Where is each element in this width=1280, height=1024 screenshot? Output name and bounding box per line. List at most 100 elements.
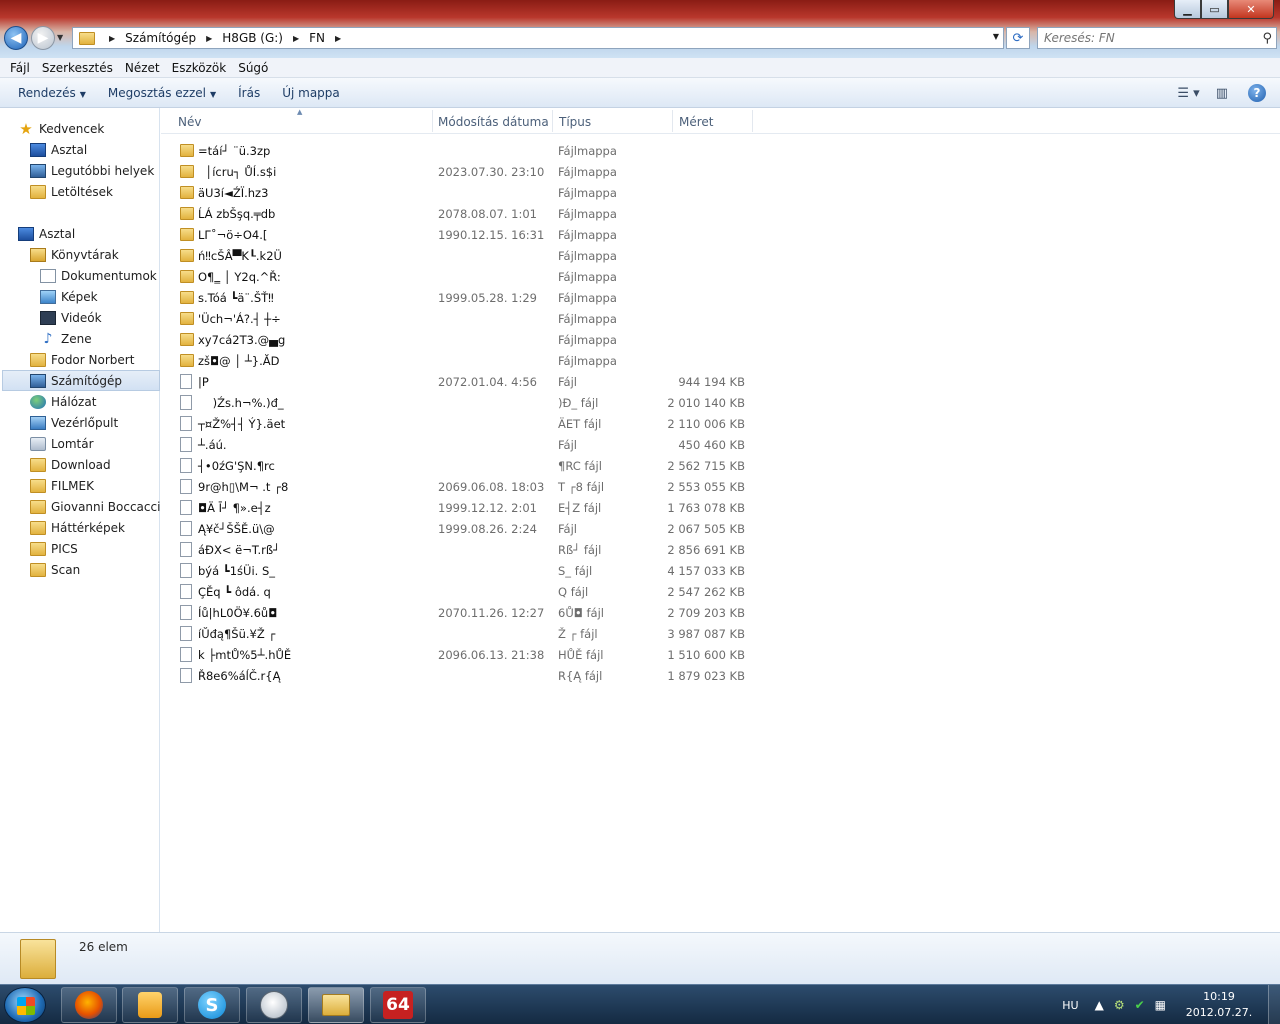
maximize-button[interactable]: ▭ (1201, 0, 1228, 19)
file-row[interactable]: ÇĚq ┗ ôdá. q Q fájl 2 547 262 KB (178, 581, 753, 602)
column-header-name[interactable]: Név (178, 115, 201, 129)
file-row[interactable]: ┬¤Ž%┤┤ Ý}.äet ÄET fájl 2 110 006 KB (178, 413, 753, 434)
documents-icon (40, 268, 56, 283)
chevron-right-icon[interactable]: ▶ (200, 34, 218, 43)
breadcrumb-folder[interactable]: FN (305, 31, 329, 45)
file-row[interactable]: ◘Ä Ī┘ ¶».e┤z 1999.12.12. 2:01 E┤Z fájl 1 76… (178, 497, 753, 518)
videos-icon (40, 310, 56, 325)
file-row[interactable]: s.Tóá ┗ä¨.ŠŤ‼ 1999.05.28. 1:29 Fájlmappa (178, 287, 753, 308)
tray-expand-icon[interactable]: ▲ (1095, 998, 1104, 1012)
refresh-button[interactable]: ⟳ (1006, 27, 1030, 49)
file-row[interactable]: áĐX< ë¬T.rß┘ Rß┘ fájl 2 856 691 KB (178, 539, 753, 560)
file-row[interactable]: íŬđą¶Šü.¥Ž ┌ Ž ┌ fájl 3 987 087 KB (178, 623, 753, 644)
share-with-button[interactable]: Megosztás ezzel ▼ (100, 86, 224, 100)
file-size: 2 562 715 KB (667, 459, 745, 473)
menu-help[interactable]: Súgó (232, 61, 274, 75)
file-row[interactable]: k ├mtŮ%5┴.hŮĚ 2096.06.13. 21:38 HŮĚ fájl 1 … (178, 644, 753, 665)
file-row[interactable]: ĹÁ zbŠşq.╤db 2078.08.07. 1:01 Fájlmappa (178, 203, 753, 224)
breadcrumb-computer[interactable]: Számítógép (121, 31, 200, 45)
file-row[interactable]: 9r@h▯\M¬ .t ┌8 2069.06.08. 18:03 T ┌8 fájl… (178, 476, 753, 497)
sidebar-item-label: Zene (61, 331, 92, 346)
minimize-button[interactable]: ▁ (1174, 0, 1201, 19)
file-row[interactable]: zš◘@ │ ┴}.ĂD Fájlmappa (178, 350, 753, 371)
chevron-right-icon[interactable]: ▶ (103, 34, 121, 43)
chevron-right-icon[interactable]: ▶ (329, 34, 347, 43)
folder-icon (180, 144, 194, 157)
preview-pane-icon[interactable]: ▥ (1216, 86, 1228, 101)
taskbar-clock-app[interactable] (246, 987, 302, 1023)
checkmark-shield-icon[interactable]: ✔ (1135, 998, 1145, 1012)
column-divider[interactable] (432, 110, 433, 132)
taskbar-firefox[interactable] (61, 987, 117, 1023)
close-button[interactable]: ✕ (1228, 0, 1274, 19)
file-size: 1 763 078 KB (667, 501, 745, 515)
column-header-date[interactable]: Módosítás dátuma (438, 115, 549, 129)
c64-icon: 64 (383, 991, 413, 1019)
address-dropdown-icon[interactable]: ▼ (993, 32, 999, 41)
recent-pages-dropdown[interactable]: ▼ (57, 33, 63, 42)
new-folder-button[interactable]: Új mappa (274, 86, 348, 100)
sidebar-item-label: Videók (61, 310, 102, 325)
file-row[interactable]: äU3í◄ŹΪ.hz3 Fájlmappa (178, 182, 753, 203)
column-divider[interactable] (552, 110, 553, 132)
menu-edit[interactable]: Szerkesztés (36, 61, 119, 75)
taskbar-skype[interactable]: S (184, 987, 240, 1023)
file-size: 3 987 087 KB (667, 627, 745, 641)
taskbar-explorer[interactable] (308, 987, 364, 1023)
sidebar-item-desktop[interactable]: Asztal (18, 223, 176, 244)
column-divider[interactable] (672, 110, 673, 132)
breadcrumb-drive[interactable]: H8GB (G:) (218, 31, 287, 45)
file-row[interactable]: │ícru┐ ŮÍ.s$i 2023.07.30. 23:10 Fájlmappa (178, 161, 753, 182)
forward-button[interactable]: ▶ (31, 26, 55, 50)
column-header-size[interactable]: Méret (679, 115, 714, 129)
file-row[interactable]: Íů|hL0Ö¥.6ů◘ 2070.11.26. 12:27 6Ů◘ fájl 2 7… (178, 602, 753, 623)
column-divider[interactable] (752, 110, 753, 132)
show-desktop-button[interactable] (1268, 985, 1280, 1024)
file-row[interactable]: Ą¥č┘ŠŠĚ.ü\@ 1999.08.26. 2:24 Fájl 2 067 505… (178, 518, 753, 539)
search-input[interactable] (1038, 31, 1248, 45)
user-folder-icon (30, 352, 46, 367)
file-row[interactable]: |P 2072.01.04. 4:56 Fájl 944 194 KB (178, 371, 753, 392)
search-icon[interactable]: ⚲ (1262, 31, 1272, 46)
file-row[interactable]: ┤•0źG'ŞN.¶rc ¶RC fájl 2 562 715 KB (178, 455, 753, 476)
navigation-pane: ★ Kedvencek Asztal Legutóbbi helyek Letöl… (0, 108, 168, 932)
chevron-right-icon[interactable]: ▶ (287, 34, 305, 43)
language-indicator[interactable]: HU (1062, 999, 1078, 1012)
sidebar-item-computer[interactable]: Számítógép (2, 370, 160, 391)
back-button[interactable]: ◀ (4, 26, 28, 50)
taskbar-media-player[interactable] (122, 987, 178, 1023)
file-row[interactable]: 'Üch¬'Á?.┤ ┼÷ Fájlmappa (178, 308, 753, 329)
address-bar[interactable]: ▶ Számítógép ▶ H8GB (G:) ▶ FN ▶ ▼ (72, 27, 1004, 49)
file-row[interactable]: Ř8e6%áĺČ.r{Ą R{Ą fájl 1 879 023 KB (178, 665, 753, 686)
file-type: Fájl (558, 522, 577, 536)
file-icon (180, 479, 192, 494)
file-row[interactable]: ┴.áú. Fájl 450 460 KB (178, 434, 753, 455)
help-icon[interactable]: ? (1248, 84, 1266, 102)
file-type: Fájlmappa (558, 291, 617, 305)
taskbar-c64[interactable]: 64 (370, 987, 426, 1023)
file-row[interactable]: xy7cá2T3.@▄g Fájlmappa (178, 329, 753, 350)
view-options-icon[interactable]: ☰ ▾ (1177, 86, 1199, 101)
search-box[interactable]: ⚲ (1037, 27, 1277, 49)
file-icon (180, 500, 192, 515)
file-row[interactable]: ń‼cŠÂ▀K┖.k2Ü Fájlmappa (178, 245, 753, 266)
network-tray-icon[interactable]: ▦ (1155, 998, 1166, 1012)
file-row[interactable]: bý⁠á ┗1śÜi. S_ S_ fájl 4 157 033 KB (178, 560, 753, 581)
menu-file[interactable]: Fájl (4, 61, 36, 75)
usb-device-icon[interactable]: ⚙ (1114, 998, 1125, 1012)
file-row[interactable]: )Źs.h¬%.)đ_)Đ_ fájl 2 010 140 KB (178, 392, 753, 413)
menu-tools[interactable]: Eszközök (166, 61, 233, 75)
file-type: R{Ą fájl (558, 669, 603, 683)
sidebar-item-label: Háttérképek (51, 520, 125, 535)
clock[interactable]: 10:19 2012.07.27. (1176, 989, 1262, 1021)
menu-view[interactable]: Nézet (119, 61, 166, 75)
file-row[interactable]: O¶‗ │ Y2q.^Ř: Fájlmappa (178, 266, 753, 287)
column-header-type[interactable]: Típus (559, 115, 591, 129)
burn-button[interactable]: Írás (230, 86, 268, 100)
file-icon (180, 626, 192, 641)
start-button[interactable] (4, 987, 46, 1023)
file-row[interactable]: LΓ˚¬ö÷O4.[1990.12.15. 16:31 Fájlmappa (178, 224, 753, 245)
file-row[interactable]: =táí┘ ¨ü.3zp Fájlmappa (178, 140, 753, 161)
organize-button[interactable]: Rendezés ▼ (10, 86, 94, 100)
sidebar-item-favorites[interactable]: ★ Kedvencek (18, 118, 176, 139)
